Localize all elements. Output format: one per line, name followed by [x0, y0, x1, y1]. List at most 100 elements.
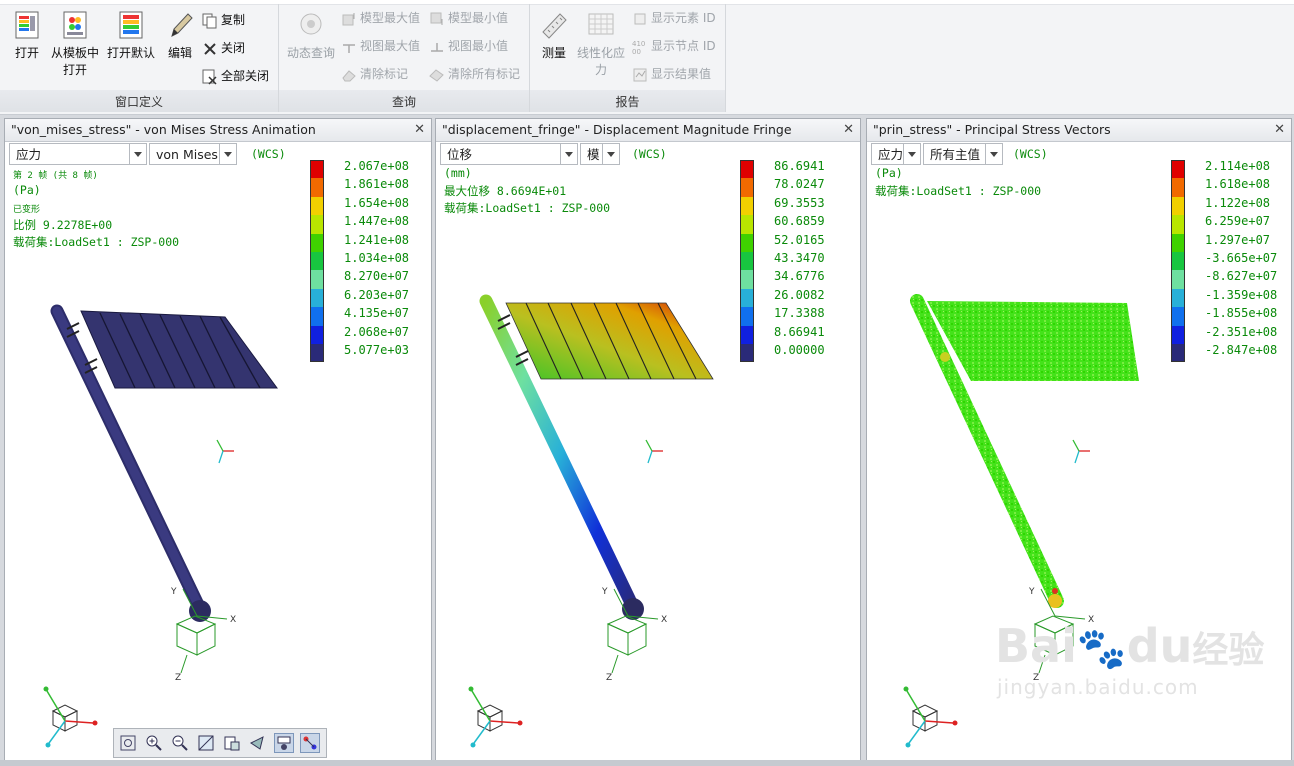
watermark-brand: Bai — [995, 619, 1077, 673]
pencil-icon — [166, 10, 194, 40]
saved-views-icon — [224, 736, 240, 751]
open-default-button[interactable]: 打开默认 — [104, 8, 158, 88]
ribbon-group-window-definition: 打开 从模板中 打开 打开默认 编辑 复制 关闭 全部关闭 窗口定义 — [0, 4, 279, 112]
axis-label-z: Z — [175, 673, 181, 683]
display-mode-button[interactable] — [274, 733, 294, 753]
close-button[interactable]: 关闭 — [202, 38, 245, 58]
open-default-icon — [117, 10, 145, 40]
clear-marks-label: 清除标记 — [360, 67, 409, 81]
linearize-stress-button[interactable]: 线性化应 力 — [576, 8, 626, 88]
show-element-id-button[interactable]: 显示元素 ID — [632, 8, 716, 28]
clear-marks-button[interactable]: 清除标记 — [341, 64, 408, 84]
open-from-template-label-2: 打开 — [62, 63, 87, 77]
close-icon[interactable]: ✕ — [414, 119, 425, 141]
ruler-icon — [540, 10, 568, 40]
group-label-window-definition: 窗口定义 — [114, 95, 163, 109]
flag-model — [479, 294, 714, 620]
copy-icon — [202, 13, 218, 29]
corner-triad — [903, 686, 958, 748]
clear-all-marks-button[interactable]: 清除所有标记 — [429, 64, 520, 84]
zoom-fit-icon — [120, 735, 136, 751]
result-window-displacement[interactable]: "displacement_fringe" - Displacement Mag… — [435, 118, 861, 762]
view-min-button[interactable]: 视图最小值 — [429, 36, 508, 56]
linearize-stress-label-2: 力 — [594, 63, 607, 77]
close-all-button[interactable]: 全部关闭 — [202, 66, 269, 86]
clear-all-marks-label: 清除所有标记 — [448, 67, 521, 81]
coord-system-label: (WCS) — [251, 147, 286, 161]
component-value: 模 — [587, 147, 600, 162]
coord-system-label: (WCS) — [1013, 147, 1048, 161]
paw-icon: 🐾 — [1076, 626, 1127, 672]
show-node-id-label: 显示节点 ID — [651, 39, 716, 53]
model-max-button[interactable]: 模型最大值 — [341, 8, 420, 28]
show-result-value-label: 显示结果值 — [651, 67, 712, 81]
quantity-value: 应力 — [878, 147, 904, 162]
orient-icon — [250, 736, 264, 750]
axis-label-x: X — [661, 615, 667, 625]
zoom-out-button[interactable] — [170, 733, 190, 753]
model-min-label: 模型最小值 — [448, 11, 509, 25]
axis-label-x: X — [230, 615, 236, 625]
view-max-button[interactable]: 视图最大值 — [341, 36, 420, 56]
zoom-out-icon — [172, 735, 188, 751]
eraser-icon — [341, 67, 357, 83]
dynamic-query-button[interactable]: 动态查询 — [283, 8, 339, 88]
panel-title-text: "von_mises_stress" - von Mises Stress An… — [11, 122, 316, 137]
axis-label-y: Y — [1028, 587, 1035, 597]
model-viewport[interactable]: X Y Z — [5, 161, 431, 761]
spin-center-button[interactable] — [300, 733, 320, 753]
close-icon[interactable]: ✕ — [843, 119, 854, 141]
view-min-icon — [429, 39, 445, 55]
ribbon-group-query: 动态查询 模型最大值 模型最小值 视图最大值 视图最小值 清除标记 清除所有标记… — [279, 4, 530, 112]
open-from-template-button[interactable]: 从模板中 打开 — [50, 8, 100, 88]
corner-triad — [468, 686, 523, 748]
group-label-query: 查询 — [391, 95, 416, 109]
orient-button[interactable] — [248, 733, 268, 753]
show-result-value-button[interactable]: 显示结果值 — [632, 64, 711, 84]
model-max-label: 模型最大值 — [360, 11, 421, 25]
copy-button[interactable]: 复制 — [202, 10, 245, 30]
result-window-von-mises[interactable]: "von_mises_stress" - von Mises Stress An… — [4, 118, 432, 762]
edit-label: 编辑 — [167, 46, 192, 60]
corner-triad — [43, 686, 98, 748]
open-button[interactable]: 打开 — [4, 8, 50, 88]
show-element-id-label: 显示元素 ID — [651, 11, 716, 25]
group-label-report: 报告 — [615, 95, 640, 109]
baidu-watermark: Bai🐾du经验 jingyan.baidu.com — [995, 622, 1264, 699]
template-icon — [61, 10, 89, 40]
eraser-all-icon — [429, 67, 445, 83]
saved-views-button[interactable] — [222, 733, 242, 753]
measure-button[interactable]: 测量 — [534, 8, 574, 88]
zoom-fit-button[interactable] — [118, 733, 138, 753]
spin-center-icon — [303, 736, 317, 750]
watermark-brand-tail: du — [1126, 619, 1193, 673]
view-max-icon — [341, 39, 357, 55]
dynamic-query-label: 动态查询 — [286, 46, 335, 60]
open-default-label: 打开默认 — [106, 46, 155, 60]
svg-text:410: 410 — [632, 40, 645, 48]
model-min-button[interactable]: 模型最小值 — [429, 8, 508, 28]
close-icon[interactable]: ✕ — [1274, 119, 1285, 141]
ribbon: 打开 从模板中 打开 打开默认 编辑 复制 关闭 全部关闭 窗口定义 动态查询 … — [0, 0, 1294, 115]
zoom-in-icon — [146, 735, 162, 751]
dynamic-query-icon — [297, 10, 325, 40]
panel-title-text: "displacement_fringe" - Displacement Mag… — [442, 122, 792, 137]
display-mode-icon — [277, 736, 291, 750]
zoom-in-button[interactable] — [144, 733, 164, 753]
copy-label: 复制 — [221, 13, 246, 27]
panel-title: "prin_stress" - Principal Stress Vectors… — [867, 119, 1291, 142]
edit-button[interactable]: 编辑 — [158, 8, 202, 88]
linearize-stress-label-1: 线性化应 — [576, 46, 625, 60]
axis-label-z: Z — [606, 673, 612, 683]
stress-vector-cloud — [910, 294, 1139, 608]
show-node-id-button[interactable]: 410 00 显示节点 ID — [632, 36, 716, 56]
ribbon-group-report: 测量 线性化应 力 显示元素 ID 410 00 显示节点 ID 显示结果值 报告 — [530, 4, 726, 112]
open-icon — [13, 10, 41, 40]
grid-icon — [587, 10, 615, 40]
refit-button[interactable] — [196, 733, 216, 753]
quantity-value: 应力 — [16, 147, 42, 162]
view-min-label: 视图最小值 — [448, 39, 509, 53]
flag-model — [50, 304, 278, 622]
element-id-icon — [632, 11, 648, 27]
model-viewport[interactable]: X Y Z — [436, 161, 860, 761]
